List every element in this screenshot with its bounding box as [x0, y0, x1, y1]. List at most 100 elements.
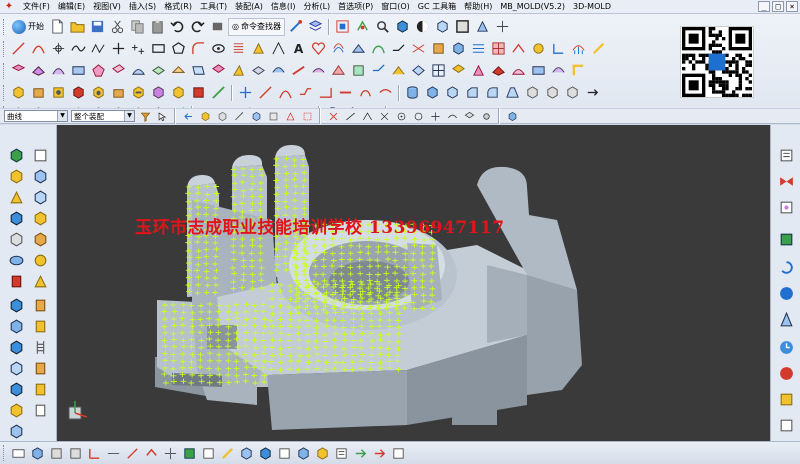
section-curve-icon[interactable] — [429, 39, 448, 58]
roles-tab-icon[interactable] — [776, 415, 796, 435]
toolbar-grip[interactable] — [3, 62, 6, 79]
silhouette-flange-icon[interactable] — [489, 61, 508, 80]
snap-point-icon[interactable] — [479, 109, 493, 123]
menu-help[interactable]: 帮助(H) — [460, 1, 496, 12]
select-component-icon[interactable] — [266, 109, 280, 123]
fit-view-icon[interactable] — [333, 17, 352, 36]
cut-icon[interactable] — [108, 17, 127, 36]
drawing-icon[interactable] — [30, 400, 50, 420]
general-selection-icon[interactable] — [155, 109, 169, 123]
isometric-view-icon[interactable] — [433, 17, 452, 36]
die-engineering-icon[interactable] — [6, 271, 26, 291]
menu-window[interactable]: 窗口(O) — [377, 1, 414, 12]
menu-insert[interactable]: 插入(S) — [125, 1, 160, 12]
patch-icon[interactable] — [249, 61, 268, 80]
render-style-icon[interactable] — [413, 17, 432, 36]
global-shape-icon[interactable] — [309, 61, 328, 80]
zoom-icon[interactable] — [373, 17, 392, 36]
snap-intersection-icon[interactable] — [377, 109, 391, 123]
bom-icon[interactable] — [6, 400, 26, 420]
shaded-view-icon[interactable] — [393, 17, 412, 36]
offset-face-icon[interactable] — [543, 83, 562, 102]
import-icon[interactable] — [351, 444, 369, 462]
conic-icon[interactable] — [269, 39, 288, 58]
restore-button[interactable]: □ — [772, 1, 784, 12]
open-folder-icon[interactable] — [68, 17, 87, 36]
assembly-navigator-tab-icon[interactable] — [776, 145, 796, 165]
plus-point-icon[interactable] — [129, 39, 148, 58]
menu-assembly[interactable]: 装配(A) — [231, 1, 267, 12]
menu-view[interactable]: 视图(V) — [89, 1, 125, 12]
web-browser-icon[interactable] — [30, 187, 50, 207]
select-curve-icon[interactable] — [300, 109, 314, 123]
sew-icon[interactable] — [209, 61, 228, 80]
orient-view-icon[interactable] — [286, 17, 305, 36]
gate-icon[interactable] — [6, 358, 26, 378]
snap-control-icon[interactable] — [360, 109, 374, 123]
through-curves-icon[interactable] — [9, 61, 28, 80]
pocket-icon[interactable] — [89, 83, 108, 102]
divide-curve-icon[interactable] — [529, 39, 548, 58]
rib-icon[interactable] — [189, 83, 208, 102]
hd3d-tools-tab-icon[interactable] — [776, 257, 796, 277]
line-icon[interactable] — [9, 39, 28, 58]
menu-file[interactable]: 文件(F) — [19, 1, 54, 12]
edit-curve-params-icon[interactable] — [589, 39, 608, 58]
copy-icon[interactable] — [128, 17, 147, 36]
match-edge-icon[interactable] — [369, 61, 388, 80]
swept-icon[interactable] — [49, 61, 68, 80]
pad-icon[interactable] — [109, 83, 128, 102]
reuse-library-tab-icon[interactable] — [776, 229, 796, 249]
snap-center-icon[interactable] — [394, 109, 408, 123]
snap-midpoint-icon[interactable] — [343, 109, 357, 123]
paste-icon[interactable] — [148, 17, 167, 36]
select-face-icon[interactable] — [198, 109, 212, 123]
clock-history-tab-icon[interactable] — [776, 337, 796, 357]
point-constructor-icon[interactable] — [296, 83, 315, 102]
toolbar-grip[interactable] — [3, 84, 6, 101]
export-icon[interactable] — [370, 444, 388, 462]
bridge-curve-icon[interactable] — [369, 39, 388, 58]
sketch-icon[interactable] — [209, 83, 228, 102]
select-edge-icon[interactable] — [232, 109, 246, 123]
hole-icon[interactable] — [49, 83, 68, 102]
extrude-icon[interactable] — [9, 83, 28, 102]
toolbar-grip[interactable] — [3, 445, 6, 461]
reference-set-icon[interactable] — [199, 444, 217, 462]
surface-fit-icon[interactable] — [269, 61, 288, 80]
studio-toggle-icon[interactable] — [275, 444, 293, 462]
grid-toggle-icon[interactable] — [389, 444, 407, 462]
electrode-design-icon[interactable] — [30, 271, 50, 291]
ellipse-icon[interactable] — [209, 39, 228, 58]
instance-feature-icon[interactable] — [443, 83, 462, 102]
process-studio-tab-icon[interactable] — [776, 389, 796, 409]
datum-toggle-icon[interactable] — [123, 444, 141, 462]
constraint-navigator-icon[interactable] — [6, 166, 26, 186]
system-materials-icon[interactable] — [30, 229, 50, 249]
part-navigator-icon[interactable] — [6, 145, 26, 165]
slot-icon[interactable] — [129, 83, 148, 102]
standard-parts-icon[interactable] — [30, 295, 50, 315]
x-form-icon[interactable] — [329, 61, 348, 80]
styled-corner-icon[interactable] — [529, 61, 548, 80]
select-sketch-icon[interactable] — [283, 109, 297, 123]
edge-blend-icon[interactable] — [483, 83, 502, 102]
edge-symmetry-icon[interactable] — [389, 61, 408, 80]
ejector-pin-icon[interactable] — [6, 316, 26, 336]
revolve-icon[interactable] — [29, 83, 48, 102]
app-logo-icon[interactable]: ✦ — [2, 1, 16, 13]
slider-lifter-icon[interactable] — [30, 316, 50, 336]
offset-surface-icon[interactable] — [149, 61, 168, 80]
curve-analysis-icon[interactable] — [569, 39, 588, 58]
filter-reset-icon[interactable] — [138, 109, 152, 123]
menu-3d-mold[interactable]: 3D-MOLD — [569, 2, 615, 11]
datum-csys-icon[interactable] — [276, 83, 295, 102]
trim-curve-icon[interactable] — [509, 39, 528, 58]
sketch-toggle-icon[interactable] — [142, 444, 160, 462]
more-features-icon[interactable] — [583, 83, 602, 102]
nx5-tools-icon[interactable] — [30, 250, 50, 270]
project-curve-icon[interactable] — [349, 39, 368, 58]
styled-blend-icon[interactable] — [509, 61, 528, 80]
rotate-view-icon[interactable] — [353, 17, 372, 36]
infer-icon[interactable] — [104, 444, 122, 462]
